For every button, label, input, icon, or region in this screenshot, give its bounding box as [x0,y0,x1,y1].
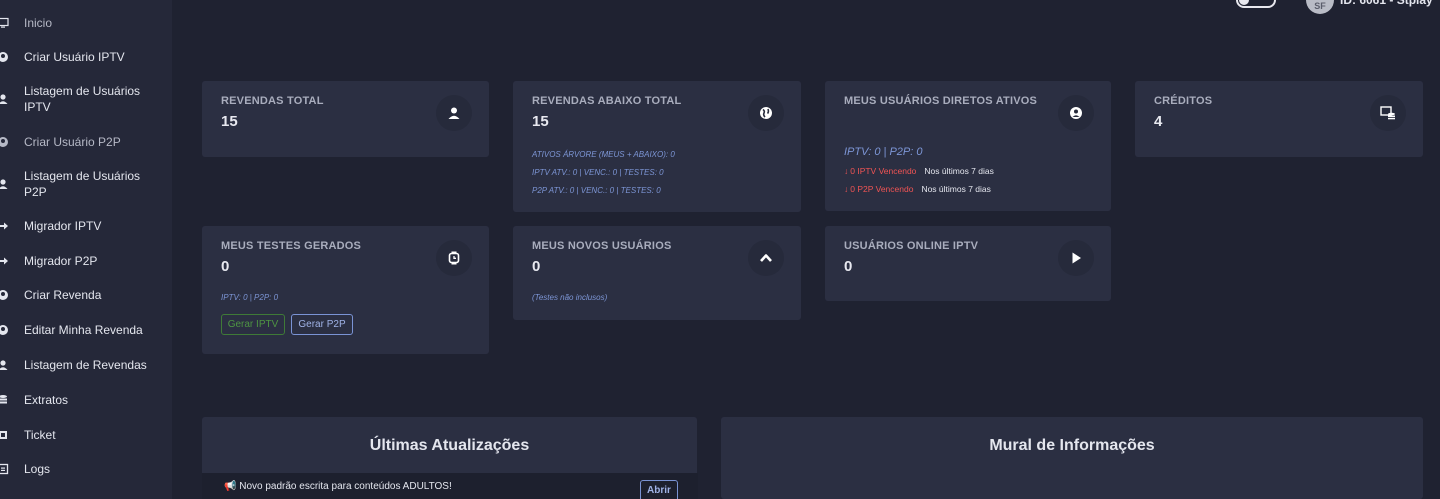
update-item-row: 📢 Novo padrão escrita para conteúdos ADU… [224,481,452,492]
card-sub-line: P2P ATV.: 0 | VENC.: 0 | TESTES: 0 [532,186,661,195]
sidebar-item-label: Migrador IPTV [24,219,102,233]
card-sub-line: IPTV: 0 | P2P: 0 [844,146,923,158]
sidebar-item-criar-usuario-iptv[interactable]: Criar Usuário IPTV [0,49,172,65]
user-icon [0,358,9,372]
card-title: REVENDAS TOTAL [221,95,324,107]
sidebar-item-listagem-revendas[interactable]: Listagem de Revendas [0,357,172,373]
sidebar-item-label: Editar Minha Revenda [24,323,143,337]
card-title: MEUS NOVOS USUÁRIOS [532,240,672,252]
user-icon [0,92,9,106]
sidebar-item-label: Criar Revenda [24,288,102,302]
monitor-icon [0,16,9,30]
user-icon [0,177,9,191]
sidebar-item-label: Inicio [24,16,53,30]
sidebar-item-ticket[interactable]: Ticket [0,427,172,443]
gerar-iptv-button[interactable]: Gerar IPTV [221,314,285,335]
card-value: 0 [532,258,541,275]
card-sub-line: IPTV: 0 | P2P: 0 [221,293,279,302]
card-sub-line: IPTV ATV.: 0 | VENC.: 0 | TESTES: 0 [532,168,664,177]
card-title: CRÉDITOS [1154,95,1213,107]
user-edit-icon [0,323,9,337]
sidebar-item-label: Ticket [24,428,56,442]
user-plus-icon [0,135,9,149]
card-sub-line: (Testes não inclusos) [532,293,608,302]
sidebar-item-label: Migrador P2P [24,254,98,268]
log-icon [0,462,9,476]
card-revendas-abaixo: REVENDAS ABAIXO TOTAL 15 ATIVOS ÁRVORE (… [513,81,801,212]
card-value: 15 [532,113,549,130]
arrow-down-icon: ↓ [844,184,849,194]
theme-toggle[interactable] [1236,0,1276,8]
globe-icon [748,95,784,131]
p2p-vencendo-row: ↓ 0 P2P Vencendo Nos últimos 7 dias [844,184,991,194]
database-icon [1370,95,1406,131]
panel-updates: Últimas Atualizações 📢 Novo padrão escri… [202,417,698,499]
card-novos: MEUS NOVOS USUÁRIOS 0 (Testes não inclus… [513,226,801,320]
card-value: 0 [221,258,230,275]
arrow-right-icon [0,219,9,233]
arrow-down-icon: ↓ [844,166,849,176]
panel-title: Mural de Informações [989,437,1155,454]
play-icon [1058,240,1094,276]
sidebar: Inicio Criar Usuário IPTV Listagem de Us… [0,0,172,499]
list-item: 📢 Novo padrão escrita para conteúdos ADU… [202,473,698,499]
open-update-button[interactable]: Abrir [640,480,678,499]
sidebar-item-migrador-iptv[interactable]: Migrador IPTV [0,218,172,234]
user-icon [436,95,472,131]
period-label: Nos últimos 7 dias [921,184,991,194]
card-value: 0 [844,258,853,275]
card-title: MEUS TESTES GERADOS [221,240,362,252]
sidebar-item-inicio[interactable]: Inicio [0,15,172,31]
sidebar-item-listagem-iptv[interactable]: Listagem de Usuários IPTV [0,83,172,115]
card-value: 15 [221,113,238,130]
toggle-knob [1239,0,1249,5]
arrow-right-icon [0,254,9,268]
sidebar-item-listagem-p2p[interactable]: Listagem de Usuários P2P [0,168,172,200]
card-meus-diretos: MEUS USUÁRIOS DIRETOS ATIVOS IPTV: 0 | P… [825,81,1111,211]
card-value: 4 [1154,113,1163,130]
sidebar-item-migrador-p2p[interactable]: Migrador P2P [0,253,172,269]
sidebar-item-logs[interactable]: Logs [0,461,172,477]
user-id-label[interactable]: ID: 6061 - Stplay [1340,0,1433,7]
sidebar-item-label: Listagem de Usuários P2P [24,169,141,199]
update-item-text: Novo padrão escrita para conteúdos ADULT… [239,481,452,492]
sidebar-item-editar-revenda[interactable]: Editar Minha Revenda [0,322,172,338]
sidebar-item-criar-usuario-p2p[interactable]: Criar Usuário P2P [0,134,172,150]
watch-icon [436,240,472,276]
card-sub-line: ATIVOS ÁRVORE (MEUS + ABAIXO): 0 [532,150,675,159]
card-title: REVENDAS ABAIXO TOTAL [532,95,682,107]
card-revendas-total: REVENDAS TOTAL 15 [202,81,489,157]
period-label: Nos últimos 7 dias [924,166,994,176]
sidebar-item-criar-revenda[interactable]: Criar Revenda [0,287,172,303]
ticket-icon [0,428,9,442]
user-circle-icon [1058,95,1094,131]
card-title: MEUS USUÁRIOS DIRETOS ATIVOS [844,95,1038,107]
sidebar-item-label: Logs [24,462,51,476]
sidebar-item-label: Extratos [24,393,69,407]
database-icon [0,393,9,407]
panel-title: Últimas Atualizações [369,437,530,454]
panel-mural: Mural de Informações [721,417,1423,499]
sidebar-item-label: Listagem de Usuários IPTV [24,84,141,114]
sidebar-item-extratos[interactable]: Extratos [0,392,172,408]
avatar[interactable]: SF [1306,0,1334,14]
card-creditos: CRÉDITOS 4 [1135,81,1423,157]
card-online: USUÁRIOS ONLINE IPTV 0 [825,226,1111,301]
megaphone-icon: 📢 [224,481,237,492]
iptv-vencendo-row: ↓ 0 IPTV Vencendo Nos últimos 7 dias [844,166,994,176]
card-testes: MEUS TESTES GERADOS 0 IPTV: 0 | P2P: 0 G… [202,226,489,354]
iptv-vencendo-label: 0 IPTV Vencendo [850,166,917,176]
sidebar-item-label: Criar Usuário IPTV [24,50,125,64]
user-plus-icon [0,50,9,64]
chevron-up-icon [748,240,784,276]
user-plus-icon [0,288,9,302]
sidebar-item-label: Criar Usuário P2P [24,135,121,149]
sidebar-item-label: Listagem de Revendas [24,358,147,372]
p2p-vencendo-label: 0 P2P Vencendo [850,184,914,194]
card-title: USUÁRIOS ONLINE IPTV [844,240,979,252]
gerar-p2p-button[interactable]: Gerar P2P [291,314,353,335]
